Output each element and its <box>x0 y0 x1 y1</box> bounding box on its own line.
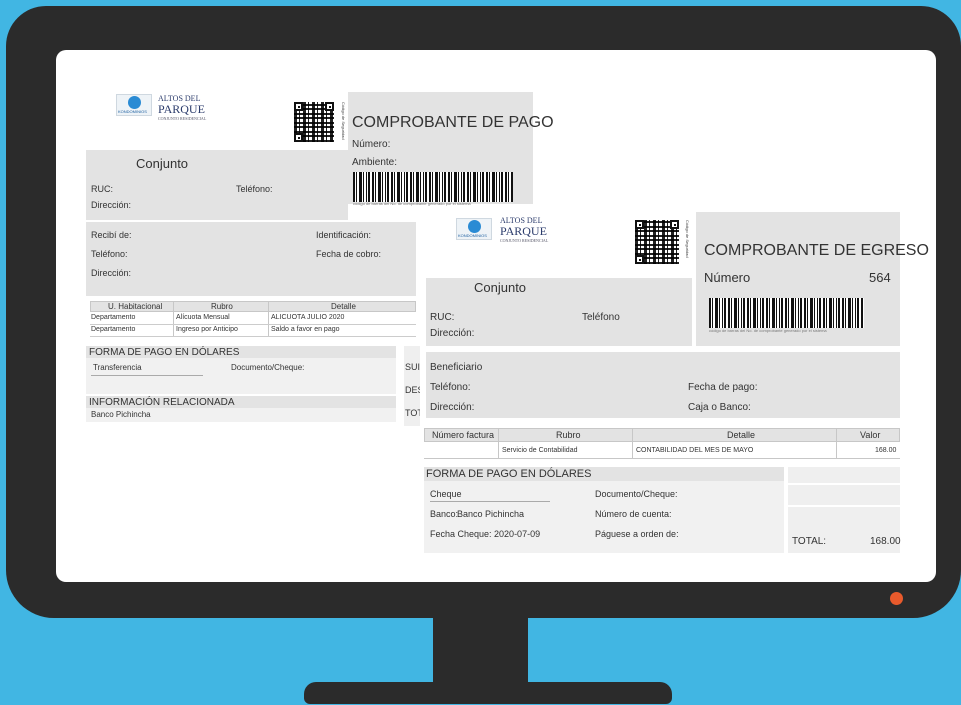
column-header: Número factura <box>432 430 495 440</box>
direccion2-label: Dirección: <box>91 268 132 278</box>
numero-value: 564 <box>869 270 891 285</box>
caja-banco-label: Caja o Banco: <box>688 402 751 413</box>
table-cell: ALICUOTA JULIO 2020 <box>271 314 345 321</box>
column-header: Rubro <box>211 302 233 311</box>
table-cell: Ingreso por Anticipo <box>176 326 238 333</box>
table-cell: 168.00 <box>875 447 897 454</box>
receipt-egreso: KONDOMINIOS ALTOS DEL PARQUE CONJUNTO RE… <box>420 208 929 553</box>
column-header: U. Habitacional <box>108 302 163 311</box>
recibi-label: Recibí de: <box>91 230 132 240</box>
monitor-frame: KONDOMINIOS ALTOS DEL PARQUE CONJUNTO RE… <box>6 6 961 618</box>
table-cell: CONTABILIDAD DEL MES DE MAYO <box>636 447 754 454</box>
ambiente-label: Ambiente: <box>352 157 398 168</box>
beneficiary-panel <box>426 352 900 418</box>
forma-pago-value: Cheque <box>430 489 462 499</box>
documento-label: Documento/Cheque: <box>231 363 305 372</box>
numero-label: Número <box>704 270 751 285</box>
document-title: COMPROBANTE DE EGRESO <box>704 242 929 259</box>
monitor-stand-neck <box>433 618 528 686</box>
numero-label: Número: <box>352 139 391 150</box>
forma-pago-label: FORMA DE PAGO EN DÓLARES <box>89 347 240 358</box>
document-title: COMPROBANTE DE PAGO <box>352 114 554 131</box>
fecha-pago-label: Fecha de pago: <box>688 382 758 393</box>
barcode-icon <box>709 298 864 328</box>
qr-code-icon <box>635 220 679 264</box>
direccion-label: Dirección: <box>91 200 132 210</box>
column-header: Detalle <box>331 302 356 311</box>
telefono-label: Teléfono <box>582 312 620 323</box>
banco-value: Banco Pichincha <box>457 509 525 519</box>
conjunto-title: Conjunto <box>136 156 189 171</box>
table-cell: Servicio de Contabilidad <box>502 447 578 454</box>
cuenta-label: Número de cuenta: <box>595 509 672 519</box>
banco-value: Banco Pichincha <box>91 410 151 419</box>
table-header <box>424 428 900 442</box>
ruc-label: RUC: <box>91 184 113 194</box>
column-header: Valor <box>860 430 881 440</box>
documento-label: Documento/Cheque: <box>595 489 678 499</box>
table-cell: Departamento <box>91 314 136 321</box>
forma-pago-value: Transferencia <box>93 363 142 372</box>
conjunto-title: Conjunto <box>474 280 527 295</box>
beneficiario-label: Beneficiario <box>430 362 483 373</box>
qr-code-icon <box>294 102 334 142</box>
qr-side-text: Código de Seguridad <box>685 220 690 258</box>
telefono2-label: Teléfono: <box>91 249 128 259</box>
banco-label: Banco: <box>430 509 459 519</box>
forma-pago-label: FORMA DE PAGO EN DÓLARES <box>426 468 592 480</box>
total-value: 168.00 <box>870 536 901 547</box>
barcode-icon <box>353 172 513 202</box>
fecha-cheque: Fecha Cheque: 2020-07-09 <box>430 529 541 539</box>
info-label: INFORMACIÓN RELACIONADA <box>89 397 235 408</box>
table-cell: Alícuota Mensual <box>176 314 230 321</box>
telefono-label: Teléfono: <box>236 184 273 194</box>
table-cell: Departamento <box>91 326 136 333</box>
barcode-caption: código de barras del No. de comprobante … <box>709 328 827 333</box>
monitor-screen: KONDOMINIOS ALTOS DEL PARQUE CONJUNTO RE… <box>56 50 936 582</box>
monitor-stand-base <box>304 682 672 704</box>
qr-side-text: Código de Seguridad <box>341 102 346 140</box>
telefono2-label: Teléfono: <box>430 382 471 393</box>
fecha-cobro-label: Fecha de cobro: <box>316 249 382 259</box>
direccion2-label: Dirección: <box>430 402 475 413</box>
column-header: Detalle <box>727 430 756 440</box>
subtotal-label: SUI <box>405 362 421 372</box>
direccion-label: Dirección: <box>430 328 475 339</box>
total-label: TOTAL: <box>792 536 827 547</box>
identificacion-label: Identificación: <box>316 230 372 240</box>
barcode-caption: código de barras del No. de comprobante … <box>353 201 471 206</box>
paguese-label: Páguese a orden de: <box>595 529 679 539</box>
table-cell: Saldo a favor en pago <box>271 326 340 333</box>
ruc-label: RUC: <box>430 312 455 323</box>
column-header: Rubro <box>556 430 581 440</box>
power-led-icon <box>890 592 903 605</box>
